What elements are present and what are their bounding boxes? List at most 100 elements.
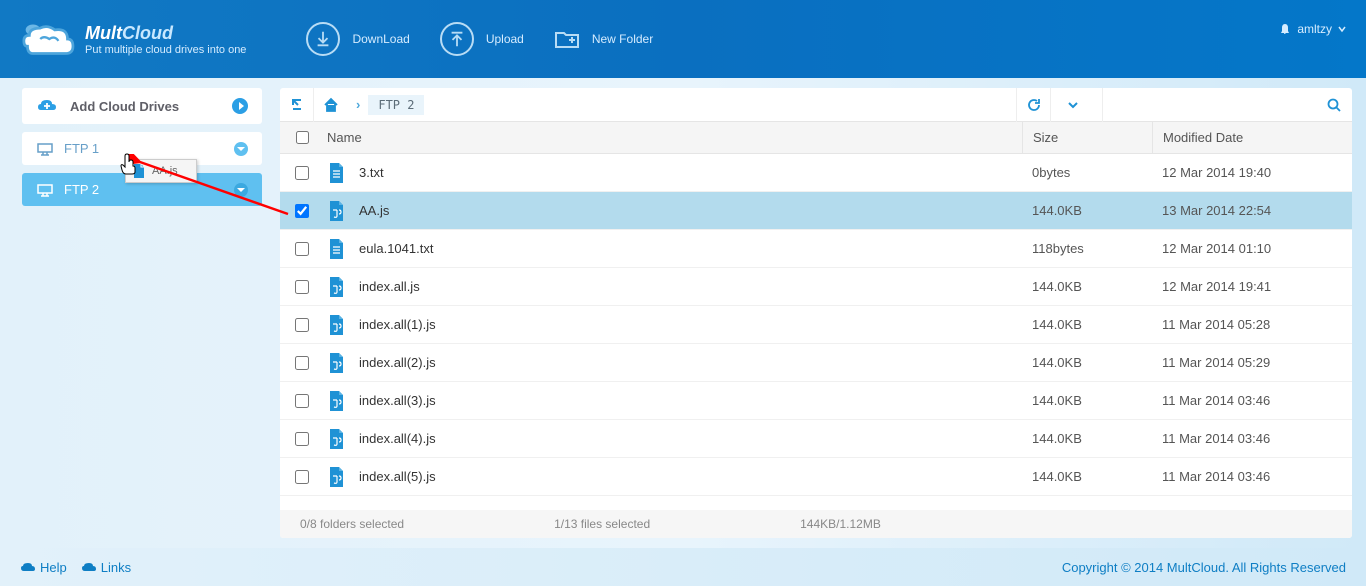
table-row[interactable]: AA.js 144.0KB13 Mar 2014 22:54 [280, 192, 1352, 230]
help-link[interactable]: Help [20, 560, 67, 575]
file-name: index.all(2).js [359, 355, 436, 370]
status-files: 1/13 files selected [554, 517, 650, 531]
status-size: 144KB/1.12MB [800, 517, 881, 531]
select-all-checkbox[interactable] [296, 131, 309, 144]
table-row[interactable]: eula.1041.txt118bytes12 Mar 2014 01:10 [280, 230, 1352, 268]
table-row[interactable]: 3.txt0bytes12 Mar 2014 19:40 [280, 154, 1352, 192]
links-link[interactable]: Links [81, 560, 131, 575]
table-row[interactable]: index.all(4).js144.0KB11 Mar 2014 03:46 [280, 420, 1352, 458]
upload-icon [440, 22, 474, 56]
sidebar: Add Cloud Drives FTP 1 FTP 2 [0, 78, 280, 548]
file-size: 144.0KB [1022, 279, 1152, 294]
status-bar: 0/8 folders selected 1/13 files selected… [280, 510, 1352, 538]
js-file-icon [327, 466, 345, 488]
file-name: index.all(5).js [359, 469, 436, 484]
user-menu[interactable]: amltzy [1279, 22, 1346, 36]
row-checkbox[interactable] [295, 318, 309, 332]
file-date: 11 Mar 2014 03:46 [1152, 469, 1352, 484]
table-row[interactable]: index.all(2).js 144.0KB11 Mar 2014 05:29 [280, 344, 1352, 382]
row-checkbox[interactable] [295, 470, 309, 484]
file-date: 12 Mar 2014 19:40 [1152, 165, 1352, 180]
brand-name-2: Cloud [122, 23, 173, 43]
breadcrumb-current[interactable]: FTP 2 [368, 95, 424, 115]
table-row[interactable]: index.all(3).js144.0KB11 Mar 2014 03:46 [280, 382, 1352, 420]
username-label: amltzy [1297, 22, 1332, 36]
links-label: Links [101, 560, 131, 575]
column-name-header[interactable]: Name [324, 130, 1022, 145]
chevron-down-icon [1067, 101, 1079, 109]
file-size: 144.0KB [1022, 203, 1152, 218]
copyright-text: Copyright © 2014 MultCloud. All Rights R… [1062, 560, 1346, 575]
logo-area: MultCloud Put multiple cloud drives into… [20, 19, 246, 59]
file-rows: 3.txt0bytes12 Mar 2014 19:40 AA.js 144.0KB… [280, 154, 1352, 510]
add-cloud-drives-button[interactable]: Add Cloud Drives [22, 88, 262, 124]
main-area: Add Cloud Drives FTP 1 FTP 2 › FTP 2 [0, 78, 1366, 548]
row-checkbox[interactable] [295, 432, 309, 446]
txt-file-icon [327, 238, 345, 260]
row-checkbox[interactable] [295, 242, 309, 256]
search-icon [1326, 97, 1342, 113]
breadcrumb-separator-icon: › [356, 97, 360, 112]
sidebar-item-label: FTP 1 [64, 141, 99, 156]
download-label: DownLoad [352, 32, 409, 46]
file-name: eula.1041.txt [359, 241, 433, 256]
download-button[interactable]: DownLoad [306, 22, 409, 56]
table-header: Name Size Modified Date [280, 122, 1352, 154]
js-file-icon [327, 390, 345, 412]
cloud-logo-icon [20, 19, 75, 59]
help-label: Help [40, 560, 67, 575]
sort-button[interactable] [1050, 88, 1094, 122]
upload-button[interactable]: Upload [440, 22, 524, 56]
breadcrumb: › FTP 2 [348, 95, 1016, 115]
row-checkbox[interactable] [295, 356, 309, 370]
dropdown-icon[interactable] [234, 183, 248, 197]
dropdown-icon[interactable] [234, 142, 248, 156]
search-area[interactable] [1102, 88, 1352, 122]
file-date: 11 Mar 2014 03:46 [1152, 393, 1352, 408]
content-panel: › FTP 2 Name Size Modified Date 3.txt0 [280, 88, 1352, 538]
sidebar-item-label: FTP 2 [64, 182, 99, 197]
file-name: AA.js [359, 203, 389, 218]
app-header: MultCloud Put multiple cloud drives into… [0, 0, 1366, 78]
drag-filename: AA.js [152, 165, 178, 177]
column-size-header[interactable]: Size [1022, 122, 1152, 153]
table-row[interactable]: index.all.js144.0KB12 Mar 2014 19:41 [280, 268, 1352, 306]
header-actions: DownLoad Upload New Folder [306, 22, 653, 56]
toolbar: › FTP 2 [280, 88, 1352, 122]
file-size: 144.0KB [1022, 317, 1152, 332]
up-button[interactable] [280, 88, 314, 122]
js-file-icon [327, 428, 345, 450]
status-folders: 0/8 folders selected [300, 517, 404, 531]
row-checkbox[interactable] [295, 394, 309, 408]
footer: Help Links Copyright © 2014 MultCloud. A… [0, 548, 1366, 586]
file-name: index.all(1).js [359, 317, 436, 332]
new-folder-button[interactable]: New Folder [554, 22, 653, 56]
brand-text: MultCloud Put multiple cloud drives into… [85, 23, 246, 56]
cloud-icon [20, 561, 36, 573]
file-date: 11 Mar 2014 05:28 [1152, 317, 1352, 332]
new-folder-label: New Folder [592, 32, 653, 46]
brand-tagline: Put multiple cloud drives into one [85, 44, 246, 56]
row-checkbox[interactable] [295, 204, 309, 218]
refresh-button[interactable] [1016, 88, 1050, 122]
file-date: 11 Mar 2014 05:29 [1152, 355, 1352, 370]
add-drives-label: Add Cloud Drives [70, 99, 179, 114]
column-date-header[interactable]: Modified Date [1152, 122, 1352, 153]
file-size: 0bytes [1022, 165, 1152, 180]
js-file-icon [327, 352, 345, 374]
new-folder-icon [554, 27, 580, 52]
row-checkbox[interactable] [295, 280, 309, 294]
brand-name-1: Mult [85, 23, 122, 43]
cloud-plus-icon [36, 98, 58, 114]
file-name: index.all(4).js [359, 431, 436, 446]
bell-icon [1279, 23, 1291, 35]
play-icon[interactable] [232, 98, 248, 114]
file-size: 144.0KB [1022, 393, 1152, 408]
file-date: 13 Mar 2014 22:54 [1152, 203, 1352, 218]
home-button[interactable] [314, 88, 348, 122]
file-size: 144.0KB [1022, 355, 1152, 370]
table-row[interactable]: index.all(5).js144.0KB11 Mar 2014 03:46 [280, 458, 1352, 496]
file-date: 11 Mar 2014 03:46 [1152, 431, 1352, 446]
row-checkbox[interactable] [295, 166, 309, 180]
table-row[interactable]: index.all(1).js 144.0KB11 Mar 2014 05:28 [280, 306, 1352, 344]
